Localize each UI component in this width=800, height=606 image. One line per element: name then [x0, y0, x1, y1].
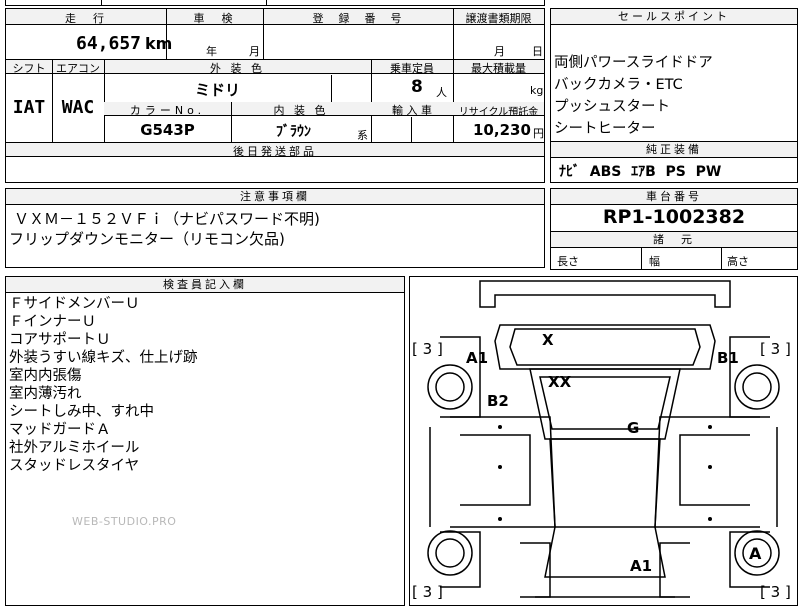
ac-value: WAC — [61, 97, 95, 118]
chassis-panel: 車台番号 RP1-1002382 諸 元 長さ 幅 高さ — [550, 188, 798, 270]
damage-mark-a-rear-wheel: A — [749, 544, 762, 563]
specs-header: 諸 元 — [551, 232, 797, 248]
capacity-header: 乗車定員 — [390, 62, 434, 75]
inspection-year: 年 — [206, 45, 217, 58]
notes-panel: 注意事項欄 ＶＸＭ－１５２ＶＦｉ（ナビパスワード不明) フリップダウンモニター（… — [5, 188, 545, 268]
inspector-item: ＦサイドメンバーＵ — [9, 296, 140, 312]
color-no-header: カラーNo. — [129, 104, 206, 117]
mileage-unit: km — [145, 34, 173, 53]
inspector-item: コアサポートＵ — [9, 332, 111, 348]
max-load-unit: kg — [530, 84, 544, 97]
inspection-month: 月 — [249, 45, 260, 58]
inspector-item: 社外アルミホイール — [9, 440, 140, 456]
transfer-header: 譲渡書類期限 — [465, 12, 532, 25]
chassis-value: RP1-1002382 — [602, 206, 746, 228]
inspector-item: スタッドレスタイヤ — [9, 458, 140, 474]
vehicle-info-grid: 走 行 車 検 登 録 番 号 譲渡書類期限 64,657 km 年 月 月 日 … — [5, 8, 545, 183]
spec-height-label: 高さ — [727, 255, 749, 268]
tire-tread-front-left: [ 3 ] — [412, 340, 443, 358]
damage-mark-b2: B2 — [487, 392, 509, 410]
damage-mark-a1-front-left: A1 — [466, 349, 489, 367]
sales-point: 両側パワースライドドア — [554, 55, 713, 71]
exterior-color-header: 外 装 色 — [210, 62, 265, 75]
notes-line: フリップダウンモニター（リモコン欠品) — [9, 230, 285, 248]
tire-tread-rear-left: [ 3 ] — [412, 583, 443, 601]
sales-point: プッシュスタート — [554, 99, 670, 115]
sales-points-list: 両側パワースライドドア バックカメラ・ETC プッシュスタート シートヒーター — [554, 52, 794, 140]
max-load-header: 最大積載量 — [471, 62, 526, 75]
sales-point: シートヒーター — [554, 121, 656, 137]
exterior-color-value: ミドリ — [194, 81, 240, 99]
import-header: 輸 入 車 — [392, 104, 432, 117]
sales-points-header: セールスポイント — [551, 9, 797, 25]
damage-mark-x: X — [542, 331, 554, 349]
inspector-header: 検査員記入欄 — [6, 277, 404, 293]
car-diagram — [427, 280, 780, 598]
spec-width-label: 幅 — [649, 255, 660, 268]
recycle-header: リサイクル預託金 — [458, 107, 539, 118]
tire-tread-front-right: [ 3 ] — [760, 340, 791, 358]
sales-points-panel: セールスポイント 両側パワースライドドア バックカメラ・ETC プッシュスタート… — [550, 8, 798, 183]
sales-point: バックカメラ・ETC — [554, 77, 683, 93]
mileage-value: 64,657 km — [76, 33, 173, 54]
damage-mark-xx: XX — [548, 373, 572, 391]
tire-tread-rear-right: [ 3 ] — [760, 583, 791, 601]
shift-value: IAT — [12, 97, 46, 118]
watermark: WEB-STUDIO.PRO — [72, 515, 177, 528]
notes-line: ＶＸＭ－１５２ＶＦｉ（ナビパスワード不明) — [14, 210, 320, 228]
inspector-item: 外装うすい線キズ、仕上げ跡 — [9, 350, 198, 366]
inspector-item: マッドガードＡ — [9, 422, 111, 438]
notes-header: 注意事項欄 — [6, 189, 544, 205]
registration-header: 登 録 番 号 — [312, 12, 404, 25]
spec-length-label: 長さ — [557, 255, 579, 268]
transfer-month: 月 — [494, 45, 505, 58]
genuine-equipment-value: ﾅﾋﾞ ABS ｴｱB PS PW — [559, 164, 722, 180]
inspector-panel: 検査員記入欄 ＦサイドメンバーＵ ＦインナーＵ コアサポートＵ 外装うすい線キズ… — [5, 276, 405, 606]
interior-color-suffix: 系 — [357, 129, 368, 142]
mileage-header: 走 行 — [65, 12, 107, 25]
inspector-item: シートしみ中、すれ中 — [9, 404, 154, 420]
transfer-day: 日 — [532, 45, 543, 58]
inspection-header: 車 検 — [193, 12, 236, 25]
inspector-list: ＦサイドメンバーＵ ＦインナーＵ コアサポートＵ 外装うすい線キズ、仕上げ跡 室… — [9, 295, 198, 475]
inspector-item: 室内薄汚れ — [9, 386, 82, 402]
color-no-value: G543P — [140, 121, 195, 139]
car-diagram-panel: [ 3 ] [ 3 ] [ 3 ] [ 3 ] A1 B1 B2 X XX G … — [409, 276, 798, 606]
damage-mark-g: G — [627, 419, 640, 437]
damage-mark-a1-rear: A1 — [630, 557, 653, 575]
shift-header: シフト — [12, 62, 46, 75]
top-strip — [5, 0, 545, 6]
chassis-header: 車台番号 — [551, 189, 797, 205]
genuine-equipment-header: 純正装備 — [551, 142, 797, 158]
interior-color-header: 内 装 色 — [273, 104, 329, 117]
interior-color-value: ﾌﾞﾗｳﾝ — [276, 124, 311, 140]
inspector-item: 室内内張傷 — [9, 368, 82, 384]
delivery-header: 後日発送部品 — [233, 145, 317, 158]
inspector-item: ＦインナーＵ — [9, 314, 96, 330]
ac-header: エアコン — [56, 62, 100, 75]
damage-mark-b1: B1 — [717, 349, 739, 367]
